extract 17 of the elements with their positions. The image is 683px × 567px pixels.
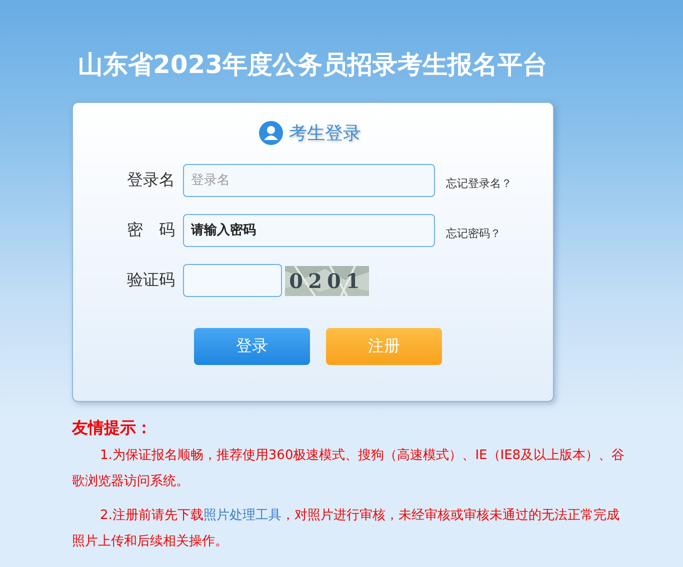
notice-text: 1.为保证报名顺畅，推荐使用360极速模式、搜狗（高速模式）、IE（IE8及以上版本）、谷歌浏览器访问系统。 [72, 447, 626, 491]
forgot-link[interactable]: 忘记密码？ [446, 226, 501, 241]
captcha-field[interactable] [183, 264, 282, 297]
user-icon [259, 121, 283, 145]
captcha-image[interactable]: 0201 [285, 266, 369, 296]
username-field[interactable]: 登录名 [183, 164, 435, 197]
notice-text: 2.注册前请先下载照片处理工具，对照片进行审核，未经审核或审核未通过的无法正常完成照片上传和后续相关操作。 [72, 507, 620, 551]
field-label: 密 码 [126, 220, 176, 241]
download-link[interactable]: 照片处理工具 [203, 508, 282, 523]
page-title: 山东省2023年度公务员招录考生报名平台 [77, 49, 549, 81]
forgot-link[interactable]: 忘记登录名？ [446, 176, 512, 191]
login-title: 考生登录 [289, 122, 361, 145]
login-button[interactable]: 登录 [194, 328, 310, 365]
notice-title: 友情提示： [72, 418, 153, 439]
password-field[interactable]: 请输入密码 [183, 214, 435, 247]
field-label: 验证码 [126, 270, 176, 291]
field-label: 登录名 [126, 170, 176, 191]
